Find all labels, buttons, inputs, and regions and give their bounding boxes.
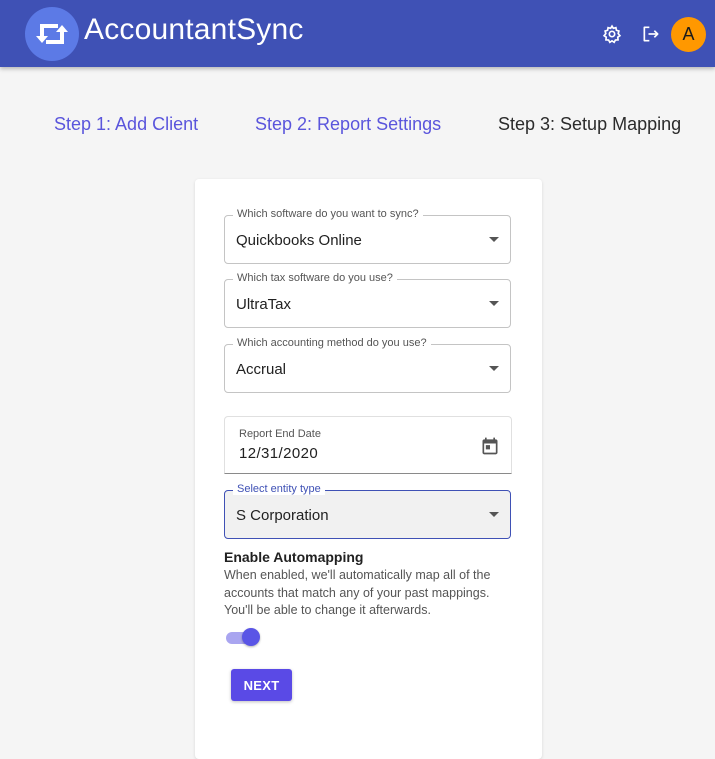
next-button[interactable]: NEXT <box>231 669 292 701</box>
toggle-thumb <box>242 628 260 646</box>
step-report-settings[interactable]: Step 2: Report Settings <box>255 114 441 135</box>
calendar-icon[interactable] <box>480 436 500 456</box>
report-end-date-label: Report End Date <box>239 428 321 440</box>
dropdown-arrow-icon <box>489 512 499 517</box>
automapping-title: Enable Automapping <box>224 549 364 565</box>
tax-software-label: Which tax software do you use? <box>233 272 397 284</box>
user-avatar[interactable]: A <box>671 17 706 52</box>
dropdown-arrow-icon <box>489 301 499 306</box>
dropdown-arrow-icon <box>489 366 499 371</box>
dropdown-arrow-icon <box>489 237 499 242</box>
software-select[interactable]: Which software do you want to sync? Quic… <box>224 208 511 264</box>
software-value: Quickbooks Online <box>236 232 362 249</box>
settings-button[interactable] <box>600 22 624 46</box>
entity-type-label: Select entity type <box>233 483 325 495</box>
tax-software-select[interactable]: Which tax software do you use? UltraTax <box>224 272 511 328</box>
app-title: AccountantSync <box>84 13 304 46</box>
report-end-date-field[interactable]: Report End Date 12/31/2020 <box>224 416 512 474</box>
automapping-description: When enabled, we'll automatically map al… <box>224 568 491 617</box>
tax-software-value: UltraTax <box>236 296 292 313</box>
sync-arrows-icon <box>36 24 68 44</box>
logout-icon <box>643 26 659 42</box>
entity-type-value: S Corporation <box>236 507 329 524</box>
step-add-client[interactable]: Step 1: Add Client <box>54 114 198 135</box>
form-card: Which software do you want to sync? Quic… <box>195 179 542 759</box>
app-bar: AccountantSync A <box>0 0 715 67</box>
accounting-method-select[interactable]: Which accounting method do you use? Accr… <box>224 337 511 393</box>
logout-button[interactable] <box>639 22 663 46</box>
gear-icon <box>602 24 622 44</box>
logo[interactable] <box>25 7 79 61</box>
step-setup-mapping: Step 3: Setup Mapping <box>498 114 682 134</box>
entity-type-select[interactable]: Select entity type S Corporation <box>224 483 511 539</box>
software-label: Which software do you want to sync? <box>233 208 423 220</box>
report-end-date-value: 12/31/2020 <box>239 445 319 462</box>
automapping-toggle[interactable] <box>226 627 262 649</box>
accounting-method-label: Which accounting method do you use? <box>233 337 431 349</box>
accounting-method-value: Accrual <box>236 361 287 378</box>
